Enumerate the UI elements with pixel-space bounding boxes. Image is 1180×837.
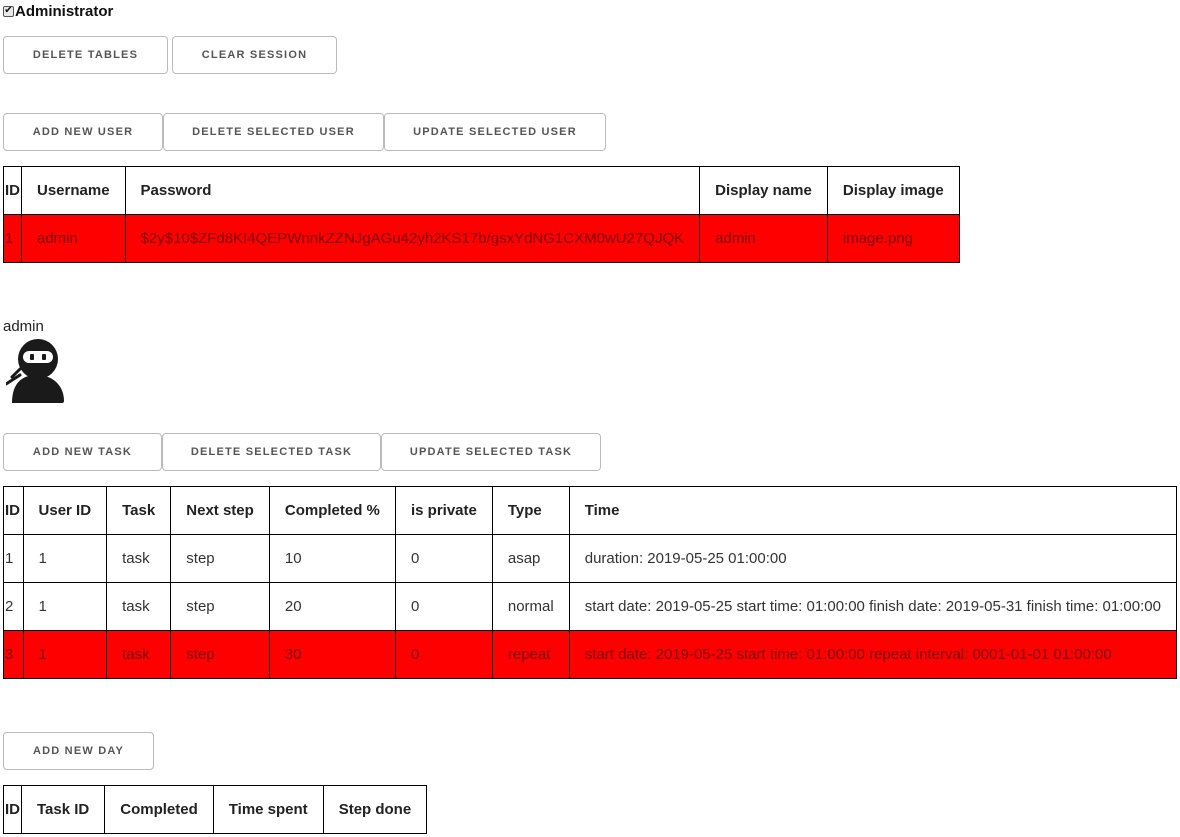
tasks-table-cell: 10 [268,534,396,583]
clear-session-button[interactable]: Clear session [172,36,337,74]
days-table-header-cell: Task ID [20,785,106,834]
tasks-table-header-cell: Time [568,486,1178,535]
users-table-header-cell: Display image [826,166,960,215]
tasks-table: ID User ID Task Next step Completed % is priv… [3,486,1178,679]
administrator-label: Administrator [15,2,114,20]
tasks-table-header-cell: Task [106,486,172,535]
days-table-header-cell: Time spent [212,785,324,834]
days-table: ID Task ID Completed Time spent Step done [3,785,428,834]
users-table: ID Username Password Display name Display im… [3,166,960,263]
tasks-header-row: ID User ID Task Next step Completed % is priv… [3,486,1178,535]
tasks-table-cell: 0 [394,534,493,583]
profile-display-name: admin [3,318,44,335]
tasks-table-cell: start date: 2019-05-25 start time: 01:00… [568,630,1178,679]
tasks-table-cell: task [106,534,172,583]
users-table-header-cell: Display name [699,166,828,215]
tasks-table-cell: 0 [394,582,493,631]
users-table-cell: admin [21,214,126,263]
tasks-table-cell: 2 [3,582,24,631]
days-table-header-cell: Step done [322,785,428,834]
users-table-header-cell: Password [124,166,701,215]
tasks-table-cell: normal [491,582,570,631]
tasks-table-cell: 20 [268,582,396,631]
users-table-header-cell: Username [21,166,126,215]
tasks-table-cell: duration: 2019-05-25 01:00:00 [568,534,1178,583]
tasks-table-row[interactable]: 1 1 task step 10 0 asap duration: 2019-05-25 01… [3,534,1178,583]
tasks-table-header-cell: is private [394,486,493,535]
tasks-table-header-cell: ID [3,486,24,535]
tasks-table-header-cell: User ID [22,486,108,535]
tasks-table-header-cell: Next step [170,486,270,535]
tasks-table-cell: 30 [268,630,396,679]
users-table-cell: image.png [826,214,960,263]
users-table-cell: 1 [3,214,22,263]
tasks-table-row[interactable]: 3 1 task step 30 0 repeat start date: 2019-05-2… [3,630,1178,679]
add-user-button[interactable]: Add new user [3,113,163,151]
administrator-toggle[interactable]: ✔ Administrator [3,2,114,20]
tasks-table-cell: 1 [22,630,108,679]
tasks-table-cell: repeat [491,630,570,679]
tasks-table-cell: asap [491,534,570,583]
tasks-table-cell: start date: 2019-05-25 start time: 01:00… [568,582,1178,631]
ninja-avatar-icon [6,339,64,403]
users-header-row: ID Username Password Display name Display im… [3,166,960,215]
tasks-table-row[interactable]: 2 1 task step 20 0 normal start date: 2019-05-2… [3,582,1178,631]
days-table-header-cell: Completed [104,785,214,834]
tasks-table-header-cell: Type [491,486,570,535]
days-table-header-cell: ID [3,785,22,834]
days-header-row: ID Task ID Completed Time spent Step done [3,785,428,834]
delete-tables-button[interactable]: Delete tables [3,36,168,74]
admin-page: ✔ Administrator Delete tables Clear sess… [0,0,1180,837]
tasks-table-cell: step [170,534,270,583]
delete-task-button[interactable]: Delete selected task [162,433,381,471]
users-table-header-cell: ID [3,166,22,215]
add-day-button[interactable]: Add new day [3,732,154,770]
update-user-button[interactable]: Update selected user [384,113,606,151]
tasks-table-cell: 1 [22,582,108,631]
tasks-table-cell: task [106,582,172,631]
tasks-table-header-cell: Completed % [268,486,396,535]
delete-user-button[interactable]: Delete selected user [163,113,384,151]
users-table-row[interactable]: 1 admin $2y$10$ZFd8KI4QEPWnnkZZNJgAGu42yh2… [3,214,960,263]
tasks-table-cell: 3 [3,630,24,679]
tasks-table-cell: 0 [394,630,493,679]
tasks-table-cell: step [170,582,270,631]
update-task-button[interactable]: Update selected task [381,433,601,471]
tasks-table-cell: task [106,630,172,679]
users-table-cell: $2y$10$ZFd8KI4QEPWnnkZZNJgAGu42yh2KS17b/… [124,214,701,263]
tasks-table-cell: 1 [22,534,108,583]
administrator-checkbox[interactable]: ✔ [3,5,14,17]
tasks-table-cell: step [170,630,270,679]
tasks-table-cell: 1 [3,534,24,583]
users-table-cell: admin [699,214,828,263]
add-task-button[interactable]: Add new task [3,433,162,471]
